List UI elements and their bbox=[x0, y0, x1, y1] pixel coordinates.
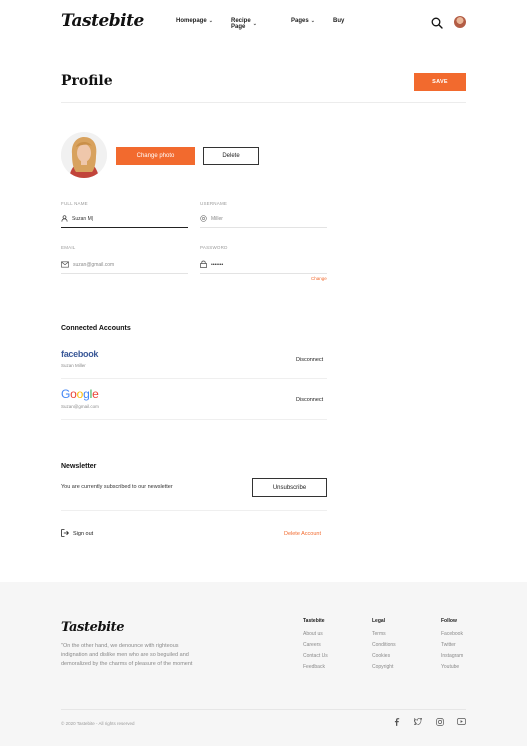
email-field[interactable]: suzan@gmail.com bbox=[61, 257, 188, 273]
sign-out-icon bbox=[61, 529, 69, 539]
footer-column-legal: Legal Terms Conditions Cookies Copyright bbox=[372, 618, 396, 673]
chevron-down-icon: ⌄ bbox=[310, 18, 315, 24]
change-password-link[interactable]: Change bbox=[311, 276, 327, 281]
nav-buy[interactable]: Buy bbox=[333, 18, 344, 24]
footer-link[interactable]: About us bbox=[303, 629, 328, 640]
password-label: PASSWORD bbox=[200, 245, 228, 250]
email-value: suzan@gmail.com bbox=[73, 262, 115, 268]
divider bbox=[61, 102, 466, 103]
facebook-icon[interactable] bbox=[392, 717, 401, 726]
nav-homepage[interactable]: Homepage ⌄ bbox=[176, 18, 213, 24]
password-value: ••••••• bbox=[211, 262, 224, 268]
full-name-field[interactable]: Suzan M| bbox=[61, 211, 188, 227]
twitter-icon[interactable] bbox=[413, 717, 422, 726]
divider bbox=[61, 378, 327, 379]
footer-column-title: Tastebite bbox=[303, 618, 325, 624]
unsubscribe-button[interactable]: Unsubscribe bbox=[252, 478, 327, 497]
delete-photo-button[interactable]: Delete bbox=[203, 147, 259, 165]
sign-out-button[interactable]: Sign out bbox=[61, 529, 93, 539]
nav-recipe-page[interactable]: Recipe Page ⌄ bbox=[231, 18, 257, 30]
facebook-disconnect-button[interactable]: Disconnect bbox=[296, 357, 323, 363]
username-field[interactable]: Miller bbox=[200, 211, 327, 227]
user-icon bbox=[61, 214, 68, 224]
change-photo-button[interactable]: Change photo bbox=[116, 147, 195, 165]
sign-out-label: Sign out bbox=[73, 531, 94, 537]
footer-column-title: Legal bbox=[372, 618, 386, 624]
nav-recipe-page-label: Recipe Page bbox=[231, 18, 251, 30]
full-name-value: Suzan M| bbox=[72, 216, 94, 222]
footer-link[interactable]: Feedback bbox=[303, 662, 328, 673]
username-label: USERNAME bbox=[200, 201, 228, 206]
lock-icon bbox=[200, 260, 207, 270]
footer-link[interactable]: Cookies bbox=[372, 651, 396, 662]
footer-column-follow: Follow Facebook Twitter Instagram Youtub… bbox=[441, 618, 463, 673]
footer-link[interactable]: Facebook bbox=[441, 629, 463, 640]
nav-pages[interactable]: Pages ⌄ bbox=[291, 18, 315, 24]
email-underline bbox=[61, 273, 188, 274]
google-disconnect-button[interactable]: Disconnect bbox=[296, 397, 323, 403]
nav-buy-label: Buy bbox=[333, 18, 345, 24]
chevron-down-icon: ⌄ bbox=[252, 21, 257, 27]
password-field[interactable]: ••••••• bbox=[200, 257, 327, 273]
google-account-email: Suzan@gmail.com bbox=[61, 404, 99, 409]
footer-logo[interactable]: Tastebite bbox=[61, 620, 125, 635]
username-underline bbox=[200, 227, 327, 228]
password-underline bbox=[200, 273, 327, 274]
mail-icon bbox=[61, 261, 69, 270]
site-footer: Tastebite "On the other hand, we denounc… bbox=[0, 582, 527, 746]
user-avatar[interactable] bbox=[454, 16, 466, 28]
email-label: EMAIL bbox=[61, 245, 76, 250]
footer-link[interactable]: Terms bbox=[372, 629, 396, 640]
connected-accounts-title: Connected Accounts bbox=[61, 325, 131, 332]
at-icon bbox=[200, 214, 207, 224]
divider bbox=[61, 419, 327, 420]
footer-link[interactable]: Instagram bbox=[441, 651, 463, 662]
newsletter-title: Newsletter bbox=[61, 463, 97, 470]
footer-column-tastebite: Tastebite About us Careers Contact Us Fe… bbox=[303, 618, 328, 673]
footer-link[interactable]: Conditions bbox=[372, 640, 396, 651]
divider bbox=[61, 709, 466, 710]
divider bbox=[61, 510, 327, 511]
facebook-account-name: Suzan Miller bbox=[61, 363, 86, 368]
footer-quote: "On the other hand, we denounce with rig… bbox=[61, 643, 193, 667]
instagram-icon[interactable] bbox=[435, 717, 444, 726]
copyright-text: © 2020 Tastebite - All rights reserved bbox=[61, 721, 135, 726]
footer-link[interactable]: Twitter bbox=[441, 640, 463, 651]
footer-link[interactable]: Youtube bbox=[441, 662, 463, 673]
full-name-underline bbox=[61, 227, 188, 228]
chevron-down-icon: ⌄ bbox=[208, 18, 213, 24]
youtube-icon[interactable] bbox=[457, 717, 466, 726]
footer-column-title: Follow bbox=[441, 618, 457, 624]
delete-account-link[interactable]: Delete Account bbox=[284, 531, 321, 537]
nav-pages-label: Pages bbox=[291, 18, 309, 24]
nav-homepage-label: Homepage bbox=[176, 18, 207, 24]
newsletter-status-text: You are currently subscribed to our news… bbox=[61, 484, 173, 490]
footer-link[interactable]: Copyright bbox=[372, 662, 396, 673]
username-value: Miller bbox=[211, 216, 223, 222]
search-icon[interactable] bbox=[431, 16, 443, 29]
save-button[interactable]: SAVE bbox=[414, 73, 466, 91]
site-header: Tastebite Homepage ⌄ Recipe Page ⌄ Pages… bbox=[0, 0, 527, 44]
google-logo: Google bbox=[61, 387, 99, 401]
footer-link[interactable]: Careers bbox=[303, 640, 328, 651]
facebook-logo: facebook bbox=[61, 349, 99, 359]
full-name-label: FULL NAME bbox=[61, 201, 88, 206]
profile-avatar bbox=[61, 132, 107, 178]
footer-link[interactable]: Contact Us bbox=[303, 651, 328, 662]
site-logo[interactable]: Tastebite bbox=[61, 11, 144, 31]
page-title: Profile bbox=[61, 73, 113, 89]
